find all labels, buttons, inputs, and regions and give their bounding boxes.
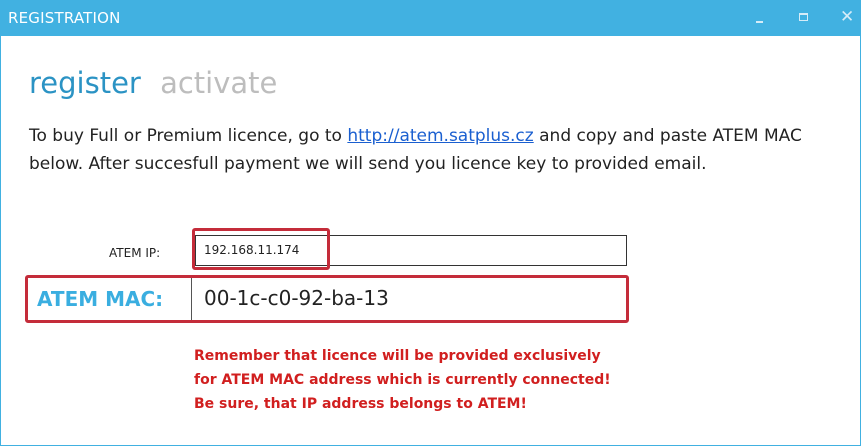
maximize-icon <box>799 13 808 21</box>
warning-line-3: Be sure, that IP address belongs to ATEM… <box>194 396 527 412</box>
tab-register[interactable]: register <box>29 66 141 100</box>
close-button[interactable]: ✕ <box>827 0 861 36</box>
atem-ip-label: ATEM IP: <box>109 246 161 260</box>
minimize-icon <box>756 21 763 23</box>
close-icon: ✕ <box>840 7 855 27</box>
warning-message: Remember that licence will be provided e… <box>194 344 611 416</box>
tab-activate[interactable]: activate <box>160 66 277 100</box>
minimize-button[interactable] <box>742 0 776 36</box>
atem-mac-label: ATEM MAC: <box>37 287 164 311</box>
maximize-button[interactable] <box>787 0 821 36</box>
mac-divider <box>191 278 192 320</box>
purchase-link[interactable]: http://atem.satplus.cz <box>347 126 533 146</box>
ip-highlight-box <box>192 228 330 270</box>
instructions-text: To buy Full or Premium licence, go to ht… <box>29 122 819 178</box>
warning-line-2: for ATEM MAC address which is currently … <box>194 372 611 388</box>
atem-mac-value[interactable]: 00-1c-c0-92-ba-13 <box>204 286 389 310</box>
instructions-before-link: To buy Full or Premium licence, go to <box>29 126 348 146</box>
registration-window: REGISTRATION ✕ register activate To buy … <box>0 0 861 446</box>
warning-line-1: Remember that licence will be provided e… <box>194 348 601 364</box>
title-bar[interactable]: REGISTRATION ✕ <box>1 0 861 36</box>
tab-bar: register activate <box>29 66 277 100</box>
window-title: REGISTRATION <box>8 9 121 27</box>
